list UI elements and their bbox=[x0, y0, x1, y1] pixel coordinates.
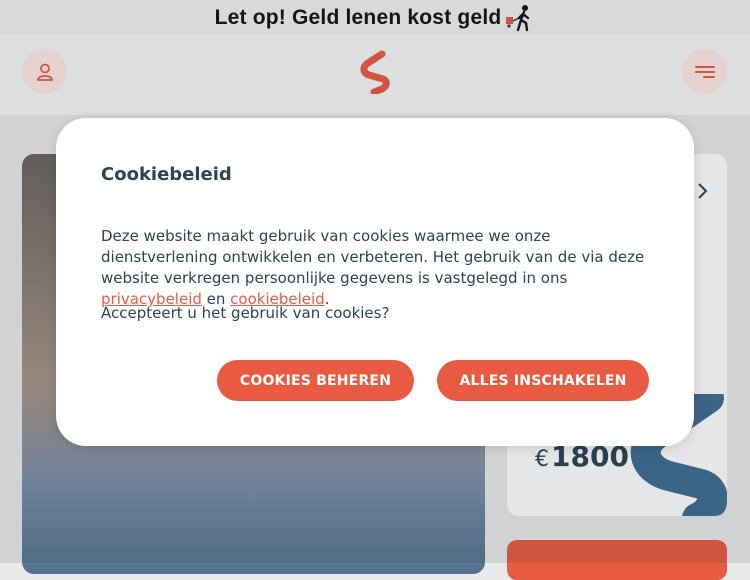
cookie-description-text: Deze website maakt gebruik van cookies w… bbox=[101, 227, 645, 287]
cookie-dialog: Cookiebeleid Deze website maakt gebruik … bbox=[56, 118, 694, 446]
cookie-question: Accepteert u het gebruik van cookies? bbox=[101, 304, 390, 322]
manage-cookies-button[interactable]: COOKIES BEHEREN bbox=[217, 360, 414, 401]
dialog-title: Cookiebeleid bbox=[101, 164, 232, 185]
accept-all-cookies-button[interactable]: ALLES INSCHAKELEN bbox=[437, 360, 649, 401]
cookie-description: Deze website maakt gebruik van cookies w… bbox=[101, 226, 661, 310]
